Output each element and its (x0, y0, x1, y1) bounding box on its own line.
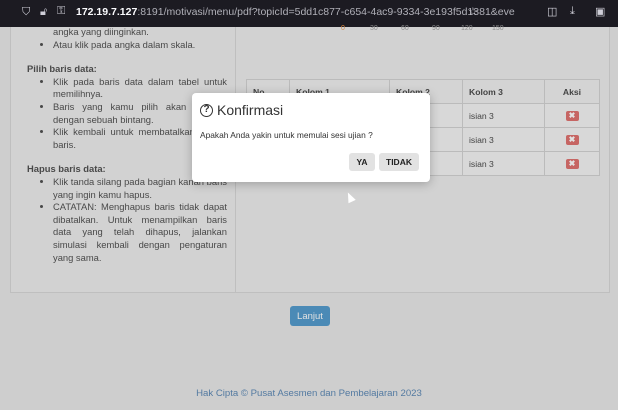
bookmark-star-icon[interactable]: ☆ (468, 5, 478, 18)
extension-icon[interactable]: ▣ (595, 5, 605, 18)
url-host: 172.19.7.127 (76, 6, 138, 18)
url-path: :8191/motivasi/menu/pdf?topicId=5dd1c877… (137, 6, 515, 18)
confirmation-dialog: ? Konfirmasi Apakah Anda yakin untuk mem… (192, 93, 430, 182)
confirm-yes-button[interactable]: YA (349, 153, 375, 171)
confirm-no-button[interactable]: TIDAK (379, 153, 419, 171)
download-icon[interactable]: ⤓ (570, 5, 575, 18)
browser-toolbar: ⛉ 🔓︎ ⚿ 172.19.7.127:8191/motivasi/menu/p… (0, 0, 618, 27)
dialog-message: Apakah Anda yakin untuk memulai sesi uji… (200, 130, 373, 140)
lock-icon[interactable]: 🔓︎ (40, 6, 47, 19)
modal-backdrop[interactable] (0, 27, 618, 410)
question-circle-icon: ? (200, 103, 213, 117)
dialog-header: ? Konfirmasi (200, 102, 283, 118)
key-icon[interactable]: ⚿ (57, 5, 65, 18)
shield-icon[interactable]: ⛉ (22, 6, 30, 19)
pocket-icon[interactable]: ◫ (547, 5, 557, 18)
dialog-title: Konfirmasi (217, 102, 284, 118)
address-bar[interactable]: 172.19.7.127:8191/motivasi/menu/pdf?topi… (76, 6, 515, 18)
